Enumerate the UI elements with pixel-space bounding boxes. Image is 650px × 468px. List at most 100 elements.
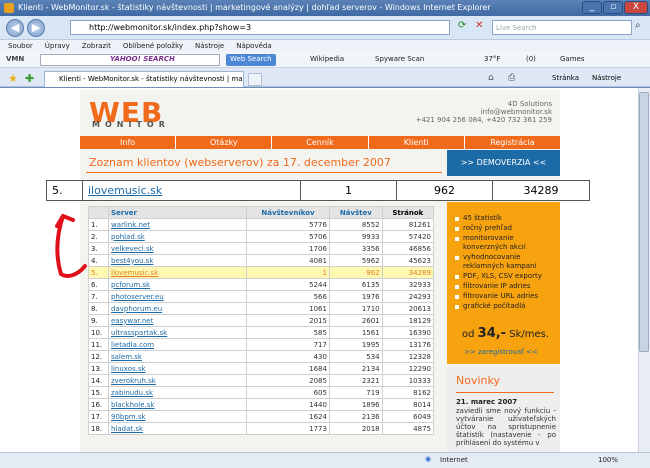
nav-registracia[interactable]: Registrácia bbox=[465, 136, 560, 149]
back-button[interactable]: ◀ bbox=[6, 19, 24, 37]
row-server-link[interactable]: lietadla.com bbox=[108, 338, 247, 351]
row-server-link[interactable]: velkeveci.sk bbox=[108, 242, 247, 255]
demo-button[interactable]: >> DEMOVERZIA << bbox=[447, 150, 560, 176]
new-tab-button[interactable] bbox=[248, 73, 262, 86]
table-row: 5. ilovemusic.sk 1 962 34289 bbox=[88, 266, 435, 279]
contact-company: 4D Solutions bbox=[507, 100, 552, 108]
col-server[interactable]: Server bbox=[108, 206, 247, 219]
yahoo-toolbar: VMN YAHOO! SEARCH Web Search Wikipedia S… bbox=[0, 52, 650, 68]
zoom-level[interactable]: 100% bbox=[598, 456, 618, 464]
row-visitors: 605 bbox=[246, 386, 330, 399]
price-label: od 34,- Sk/mes. bbox=[462, 326, 550, 341]
feature-item: filtrovanie IP adries bbox=[455, 282, 559, 291]
col-pages[interactable]: Stránok bbox=[381, 206, 435, 219]
close-window-button[interactable]: X bbox=[624, 1, 648, 14]
row-server-link[interactable]: warlink.net bbox=[108, 218, 247, 231]
row-server-link[interactable]: hladat.sk bbox=[108, 422, 247, 435]
window-title: Klienti - WebMonitor.sk - štatistiky náv… bbox=[18, 3, 491, 12]
maximize-button[interactable]: ▫ bbox=[603, 1, 623, 14]
print-icon[interactable]: ⎙ bbox=[508, 73, 515, 83]
menu-zobrazit[interactable]: Zobrazit bbox=[82, 40, 111, 52]
feature-item: grafické počítadlá bbox=[455, 302, 559, 311]
scrollbar-thumb[interactable] bbox=[639, 92, 649, 352]
table-row: 11. lietadla.com 717 1995 13176 bbox=[88, 338, 435, 351]
row-server-link[interactable]: easywar.net bbox=[108, 314, 247, 327]
table-row: 14. zverokruh.sk 2085 2321 10333 bbox=[88, 374, 435, 387]
games-button[interactable]: Games bbox=[560, 55, 585, 63]
site-nav: Info Otázky Cenník Klienti Registrácia bbox=[80, 136, 560, 149]
row-visits: 2601 bbox=[328, 314, 383, 327]
wikipedia-button[interactable]: Wikipedia bbox=[310, 55, 344, 63]
row-pages: 12328 bbox=[381, 350, 435, 363]
row-server-link[interactable]: pcforum.sk bbox=[108, 278, 247, 291]
row-pages: 18129 bbox=[381, 314, 435, 327]
row-pages: 8162 bbox=[381, 386, 435, 399]
row-rank: 14. bbox=[88, 374, 109, 387]
menu-nastroje[interactable]: Nástroje bbox=[195, 40, 224, 52]
ymail-icon[interactable]: VMN bbox=[6, 55, 24, 63]
row-visits: 1561 bbox=[328, 326, 383, 339]
table-row: 4. best4you.sk 4081 5962 45623 bbox=[88, 254, 435, 267]
spyware-scan-button[interactable]: Spyware Scan bbox=[375, 55, 424, 63]
page-menu[interactable]: Stránka bbox=[552, 74, 579, 82]
row-pages: 32933 bbox=[381, 278, 435, 291]
row-rank: 7. bbox=[88, 290, 109, 303]
forward-button[interactable]: ▶ bbox=[27, 19, 45, 37]
row-pages: 34289 bbox=[381, 266, 435, 279]
row-server-link[interactable]: ultrasspartak.sk bbox=[108, 326, 247, 339]
nav-cennik[interactable]: Cenník bbox=[272, 136, 369, 149]
row-visits: 1976 bbox=[328, 290, 383, 303]
row-pages: 13176 bbox=[381, 338, 435, 351]
row-server-link[interactable]: photoserver.eu bbox=[108, 290, 247, 303]
col-visitors[interactable]: Návštevníkov bbox=[246, 206, 330, 219]
menu-soubor[interactable]: Soubor bbox=[8, 40, 33, 52]
contact-email[interactable]: info@webmonitor.sk bbox=[380, 108, 552, 116]
row-server-link[interactable]: best4you.sk bbox=[108, 254, 247, 267]
weather-button[interactable]: 37°F bbox=[484, 55, 500, 63]
news-text: zaviedli sme nový funkciu - vytváranie u… bbox=[456, 407, 556, 447]
search-icon[interactable]: ⌕ bbox=[635, 20, 641, 31]
row-server-link[interactable]: salem.sk bbox=[108, 350, 247, 363]
favorites-star-icon[interactable]: ★ bbox=[8, 72, 18, 85]
table-row: 2. pohlad.sk 5706 9933 57420 bbox=[88, 230, 435, 243]
table-row: 3. velkeveci.sk 1706 3356 46856 bbox=[88, 242, 435, 255]
search-input[interactable]: Live Search bbox=[492, 20, 632, 35]
row-server-link[interactable]: ilovemusic.sk bbox=[108, 266, 247, 279]
row-rank: 13. bbox=[88, 362, 109, 375]
register-link[interactable]: >> zaregistrovať << bbox=[464, 348, 538, 356]
row-pages: 24293 bbox=[381, 290, 435, 303]
row-server-link[interactable]: linuxos.sk bbox=[108, 362, 247, 375]
nav-info[interactable]: Info bbox=[80, 136, 177, 149]
refresh-icon[interactable]: ⟳ bbox=[458, 20, 472, 35]
tools-menu[interactable]: Nástroje bbox=[592, 74, 621, 82]
tab-klienti[interactable]: Klienti - WebMonitor.sk - štatistiky náv… bbox=[44, 71, 244, 87]
row-server-link[interactable]: davphorum.eu bbox=[108, 302, 247, 315]
add-favorites-icon[interactable]: ✚ bbox=[25, 72, 34, 85]
contact-phone: +421 904 256 084, +420 732 361 259 bbox=[415, 116, 552, 124]
row-server-link[interactable]: zabinudu.sk bbox=[108, 386, 247, 399]
row-server-link[interactable]: blackhole.sk bbox=[108, 398, 247, 411]
home-icon[interactable]: ⌂ bbox=[488, 73, 494, 83]
nav-otazky[interactable]: Otázky bbox=[176, 136, 273, 149]
stop-icon[interactable]: ✕ bbox=[475, 20, 489, 35]
feature-item: monitorovanie konverzných akcií bbox=[455, 234, 559, 252]
row-server-link[interactable]: pohlad.sk bbox=[108, 230, 247, 243]
row-server-link[interactable]: 90bpm.sk bbox=[108, 410, 247, 423]
col-visits[interactable]: Návštev bbox=[328, 206, 383, 219]
minimize-button[interactable]: _ bbox=[582, 1, 602, 14]
mail-button[interactable]: (0) bbox=[526, 55, 536, 63]
web-search-button[interactable]: Web Search bbox=[226, 54, 276, 66]
row-rank: 15. bbox=[88, 386, 109, 399]
nav-klienti[interactable]: Klienti bbox=[369, 136, 465, 149]
menu-upravy[interactable]: Úpravy bbox=[45, 40, 70, 52]
menu-oblibene[interactable]: Oblíbené položky bbox=[123, 40, 183, 52]
row-server-link[interactable]: zverokruh.sk bbox=[108, 374, 247, 387]
highlighted-client-callout: 5. ilovemusic.sk 1 962 34289 bbox=[46, 180, 590, 201]
callout-server-link[interactable]: ilovemusic.sk bbox=[83, 181, 301, 200]
address-input[interactable]: http://webmonitor.sk/index.php?show=3 bbox=[70, 20, 450, 35]
menu-napoveda[interactable]: Nápověda bbox=[236, 40, 271, 52]
url-text: http://webmonitor.sk/index.php?show=3 bbox=[89, 23, 252, 32]
row-visitors: 2015 bbox=[246, 314, 330, 327]
contact-info: 4D Solutions info@webmonitor.sk +421 904… bbox=[380, 100, 552, 124]
row-visits: 8552 bbox=[328, 218, 383, 231]
